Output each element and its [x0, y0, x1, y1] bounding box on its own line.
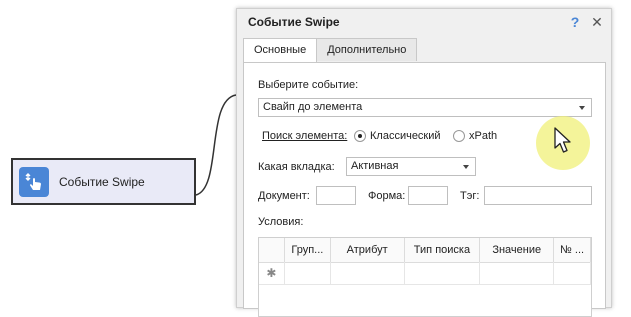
table-header: Груп... Атрибут Тип поиска Значение № ..… — [259, 238, 591, 263]
form-input[interactable] — [408, 186, 448, 205]
touch-swipe-icon — [19, 166, 49, 197]
radio-xpath[interactable] — [453, 130, 465, 142]
conditions-label: Условия: — [258, 216, 304, 228]
mouse-pointer-icon — [554, 127, 571, 153]
help-icon[interactable]: ? — [567, 14, 583, 30]
main-tab-panel: Выберите событие: Свайп до элемента Поис… — [243, 62, 606, 317]
column-header[interactable]: Атрибут — [331, 238, 405, 262]
chevron-down-icon — [579, 106, 585, 110]
column-header — [259, 238, 285, 262]
table-cell[interactable] — [285, 262, 331, 284]
browser-tab-select-value: Активная — [351, 160, 399, 172]
dialog-titlebar[interactable]: Событие Swipe ? ✕ — [237, 9, 611, 35]
event-label: Выберите событие: — [258, 79, 359, 91]
dialog-title: Событие Swipe — [248, 15, 340, 29]
table-cell[interactable] — [480, 262, 555, 284]
radio-classic-label: Классический — [370, 130, 441, 142]
form-label: Форма: — [368, 190, 406, 202]
conditions-table: Груп... Атрибут Тип поиска Значение № ..… — [258, 237, 592, 317]
node-label: Событие Swipe — [59, 174, 145, 189]
table-row[interactable]: ✱ — [259, 262, 591, 285]
close-icon[interactable]: ✕ — [589, 14, 605, 31]
tag-input[interactable] — [484, 186, 592, 205]
new-row-marker-icon: ✱ — [259, 262, 285, 284]
event-select-value: Свайп до элемента — [263, 101, 363, 113]
column-header[interactable]: Значение — [480, 238, 555, 262]
column-header[interactable]: Груп... — [285, 238, 331, 262]
tag-label: Тэг: — [460, 190, 480, 202]
table-cell[interactable] — [405, 262, 481, 284]
event-select[interactable]: Свайп до элемента — [258, 98, 592, 117]
swipe-action-node[interactable]: Событие Swipe — [11, 158, 196, 205]
chevron-down-icon — [463, 165, 469, 169]
radio-xpath-label: xPath — [469, 130, 498, 142]
tab-which-label: Какая вкладка: — [258, 161, 335, 173]
element-search-link[interactable]: Поиск элемента: — [262, 130, 347, 142]
table-cell[interactable] — [554, 262, 591, 284]
tab-advanced[interactable]: Дополнительно — [316, 38, 418, 61]
column-header[interactable]: Тип поиска — [405, 238, 481, 262]
document-label: Документ: — [258, 190, 310, 202]
dialog-tabs: Основные Дополнительно — [243, 38, 418, 63]
tab-main[interactable]: Основные — [243, 38, 318, 63]
table-cell[interactable] — [331, 262, 405, 284]
document-input[interactable] — [316, 186, 356, 205]
radio-classic[interactable] — [354, 130, 366, 142]
column-header[interactable]: № ... — [554, 238, 591, 262]
browser-tab-select[interactable]: Активная — [346, 157, 476, 176]
